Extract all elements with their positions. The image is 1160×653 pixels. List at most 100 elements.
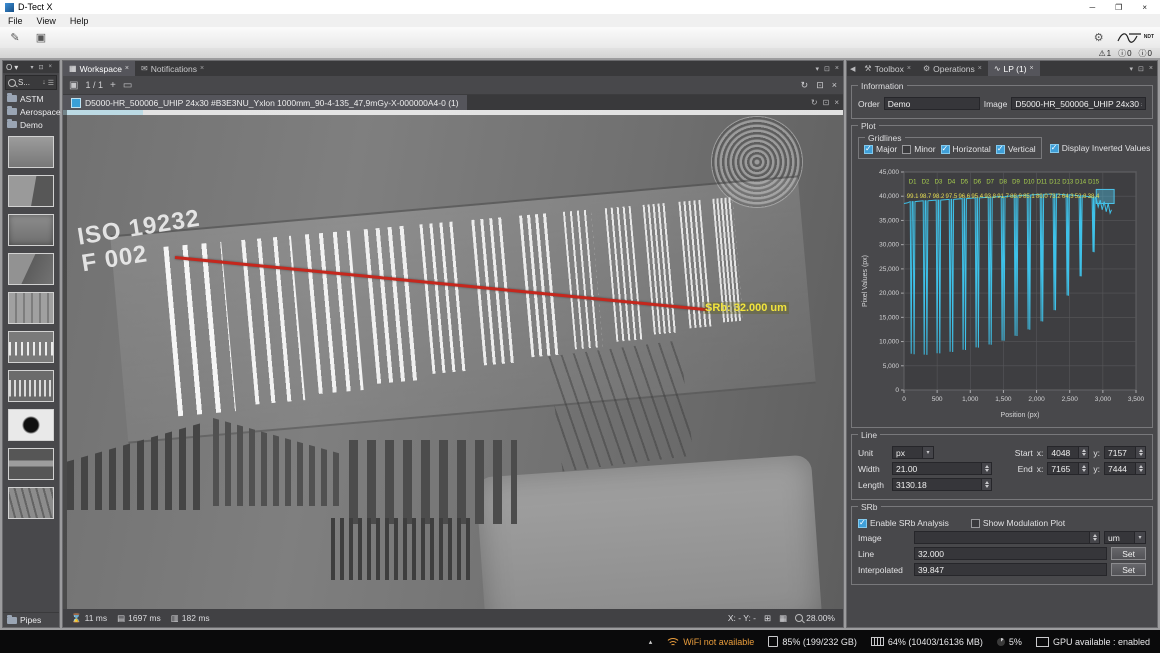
panel-close-icon[interactable]: × [1149,65,1153,73]
end-x-field[interactable] [1047,462,1089,475]
start-y-field[interactable] [1104,446,1146,459]
chevron-down-icon[interactable]: ▾ [922,447,933,458]
gridlines-major[interactable]: Major [864,144,897,154]
set-interpolated-button[interactable]: Set [1111,563,1146,576]
start-y-input[interactable] [1105,448,1135,458]
vertical-checkbox[interactable] [996,145,1005,154]
warning-badge[interactable]: ⚠ 1 [1098,49,1111,58]
fit-view-icon[interactable]: ⊡ [816,80,824,91]
length-field[interactable] [892,478,992,491]
maximize-icon[interactable]: ❐ [1115,3,1122,12]
tab-scroll-left-icon[interactable]: ◀ [847,65,858,73]
show-modulation-plot[interactable]: Show Modulation Plot [971,518,1065,528]
search-input[interactable] [18,78,40,87]
spinner[interactable] [1078,447,1088,458]
tab-notifications[interactable]: ✉ Notifications × [135,61,210,76]
end-y-input[interactable] [1105,464,1135,474]
spinner[interactable] [1078,463,1088,474]
minimize-icon[interactable]: ─ [1089,3,1095,12]
inverted-checkbox[interactable] [1050,144,1059,153]
zoom-in-icon[interactable]: + [110,80,116,91]
zoom-indicator[interactable]: 28.00% [795,613,835,623]
interpolated-field[interactable] [914,563,1107,576]
thumbnail-image[interactable] [8,214,54,246]
message-badge[interactable]: ⓘ 0 [1139,48,1152,59]
close-view-icon[interactable]: × [832,80,837,91]
close-icon[interactable]: × [1142,3,1147,12]
tab-operations[interactable]: ⚙ Operations × [917,61,988,76]
menu-file[interactable]: File [8,16,23,26]
srb-image-combo[interactable] [914,531,1100,544]
width-input[interactable] [893,464,981,474]
image-field[interactable] [1011,97,1146,110]
spinner[interactable] [981,463,991,474]
thumbnail-image[interactable] [8,292,54,324]
sidebar-item-astm[interactable]: ASTM [3,92,59,105]
chevron-down-icon[interactable]: ▾ [1134,532,1145,543]
thumbnail-image[interactable] [8,448,54,480]
interpolated-input[interactable] [915,565,1106,575]
panel-menu-icon[interactable]: ▾ [1130,65,1134,73]
srb-line-input[interactable] [915,549,1106,559]
start-x-field[interactable] [1047,446,1089,459]
srb-line-field[interactable] [914,547,1107,560]
sidebar-item-aerospace[interactable]: Aerospace [3,105,59,118]
profile-chart[interactable]: 05,00010,00015,00020,00025,00030,00035,0… [858,164,1146,422]
thumbnail-image[interactable] [8,175,54,207]
order-field[interactable] [884,97,980,110]
tab-lp[interactable]: ∿ LP (1) × [988,61,1040,76]
width-field[interactable] [892,462,992,475]
start-x-input[interactable] [1048,448,1078,458]
sidebar-item-demo[interactable]: Demo [3,118,59,131]
line-profile-plot[interactable]: 05,00010,00015,00020,00025,00030,00035,0… [858,164,1144,420]
thumbnail-image[interactable] [8,136,54,168]
doc-refresh-icon[interactable]: ↻ [811,98,818,107]
tab-close-icon[interactable]: × [200,65,204,72]
image-icon[interactable]: ▣ [69,80,78,91]
tab-toolbox[interactable]: ⚒ Toolbox × [858,61,917,76]
length-input[interactable] [893,480,981,490]
thumbnail-image[interactable] [8,409,54,441]
panel-close-icon[interactable]: × [835,65,839,73]
image-viewport[interactable]: ISO 19232 F 002 SRb: 32.000 um [63,110,843,609]
modulation-checkbox[interactable] [971,519,980,528]
panel-float-icon[interactable]: ⊡ [824,65,830,73]
horizontal-checkbox[interactable] [941,145,950,154]
open-image-icon[interactable]: ▣ [32,29,50,46]
chevron-down-icon[interactable]: ▾ [14,63,18,72]
order-input[interactable] [885,99,979,109]
set-line-button[interactable]: Set [1111,547,1146,560]
document-tab[interactable]: D5000-HR_500006_UHIP 24x30 #B3E3NU_Yxlon… [63,95,467,110]
wifi-status[interactable]: WiFi not available [666,637,754,647]
srb-unit-combo[interactable]: um ▾ [1104,531,1146,544]
menu-help[interactable]: Help [70,16,89,26]
image-input[interactable] [1012,99,1145,109]
tab-close-icon[interactable]: × [907,65,911,72]
unit-combo[interactable]: px ▾ [892,446,934,459]
doc-fit-icon[interactable]: ⊡ [823,98,830,107]
tab-workspace[interactable]: ▦ Workspace × [63,61,135,76]
spinner[interactable] [1135,447,1145,458]
sidebar-item-pipes[interactable]: Pipes [3,612,59,627]
thumbnail-image[interactable] [8,370,54,402]
end-y-field[interactable] [1104,462,1146,475]
spinner[interactable] [1089,532,1099,543]
tab-close-icon[interactable]: × [978,65,982,72]
gridlines-horizontal[interactable]: Horizontal [941,144,991,154]
edit-report-icon[interactable]: ✎ [6,29,24,46]
info-badge[interactable]: ⓘ 0 [1118,48,1131,59]
pixel-grid-icon[interactable]: ▦ [779,613,787,624]
sidebar-search[interactable]: ↓ ☰ [5,75,57,90]
end-x-input[interactable] [1048,464,1078,474]
menu-view[interactable]: View [37,16,56,26]
enable-srb-analysis[interactable]: Enable SRb Analysis [858,518,949,528]
thumbnail-image[interactable] [8,487,54,519]
radiograph-image[interactable]: ISO 19232 F 002 SRb: 32.000 um [63,110,843,609]
gridlines-vertical[interactable]: Vertical [996,144,1036,154]
minor-checkbox[interactable] [902,145,911,154]
panel-menu-icon[interactable]: ▾ [816,65,820,73]
refresh-icon[interactable]: ↻ [801,80,809,91]
thumbnail-image[interactable] [8,331,54,363]
spinner[interactable] [1135,463,1145,474]
doc-close-icon[interactable]: × [834,98,839,107]
